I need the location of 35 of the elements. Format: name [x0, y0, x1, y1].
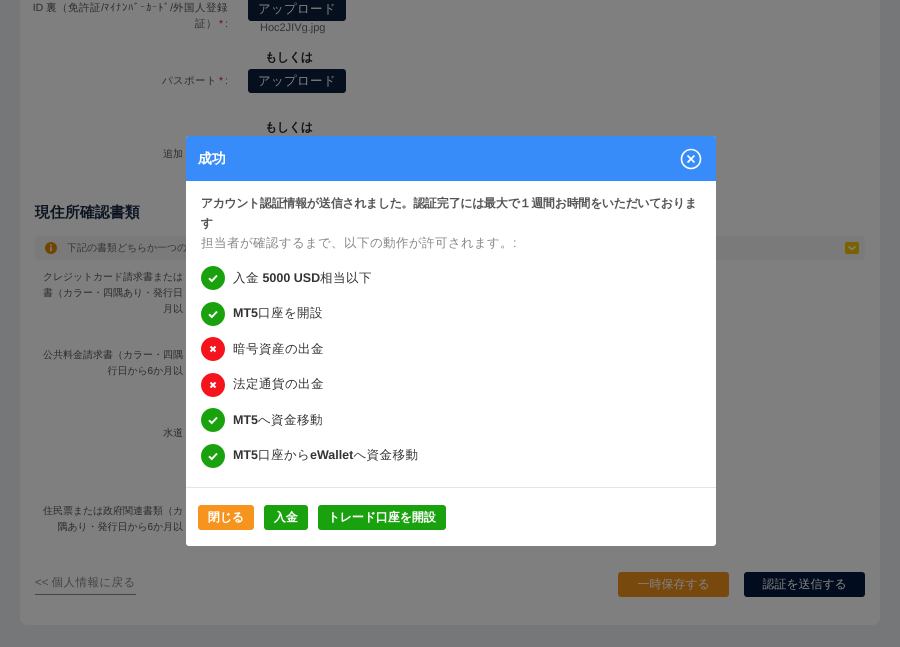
field-label: 追加	[162, 148, 183, 162]
action-button[interactable]: トレード口座を開設	[318, 504, 446, 530]
permission-text: MT5口座からeWalletへ資金移動	[233, 447, 418, 464]
dialog-title: 成功	[198, 150, 226, 168]
separator-text: もしくは	[265, 50, 313, 64]
permission-text: 入金 5000 USD相当以下	[233, 270, 372, 286]
field-label: 証） * :	[194, 17, 228, 32]
back-link[interactable]: << 個人情報に戻る	[35, 574, 136, 594]
info-icon	[45, 242, 57, 254]
document-label: クレジットカード請求書または	[42, 270, 183, 285]
file-name: Hoc2JIVg.jpg	[260, 22, 326, 34]
document-label: 水道	[162, 426, 183, 441]
upload-button[interactable]: アップロード	[248, 69, 346, 93]
document-label: 書（カラー・四隅あり・発行日	[42, 286, 183, 301]
action-button[interactable]: 入金	[264, 504, 308, 530]
document-label: 住民票または政府関連書類（カ	[42, 504, 183, 519]
permission-text: 暗号資産の出金	[233, 340, 324, 358]
permission-text: MT5口座を開設	[233, 305, 323, 322]
submit-button[interactable]: 認証を送信する	[744, 572, 865, 597]
dialog-subtitle: 担当者が確認するまで、以下の動作が許可されます。:	[201, 235, 518, 252]
close-button[interactable]: 閉じる	[198, 504, 254, 530]
close-icon[interactable]	[680, 148, 702, 170]
permission-text: MT5へ資金移動	[233, 412, 323, 429]
document-label: 公共料金請求書（カラー・四隅	[42, 348, 183, 363]
field-label: ID 裏（免許証/ﾏｲﾅﾝﾊﾞｰｶｰﾄﾞ/外国人登録	[32, 1, 228, 16]
save-button[interactable]: 一時保存する	[618, 572, 729, 597]
upload-button[interactable]: アップロード	[248, 0, 346, 21]
document-label: 隅あり・発行日から6か月以	[56, 520, 183, 535]
document-label: 月以	[162, 302, 183, 317]
document-label: 行日から6か月以	[106, 364, 183, 379]
permission-text: 法定通貨の出金	[233, 376, 324, 394]
section-heading: 現住所確認書類	[35, 203, 140, 222]
separator-text: もしくは	[265, 120, 313, 134]
field-label: パスポート * :	[162, 74, 228, 89]
dialog-message: アカウント認証情報が送信されました。認証完了には最大で１週間お時間をいただいております	[201, 195, 698, 232]
